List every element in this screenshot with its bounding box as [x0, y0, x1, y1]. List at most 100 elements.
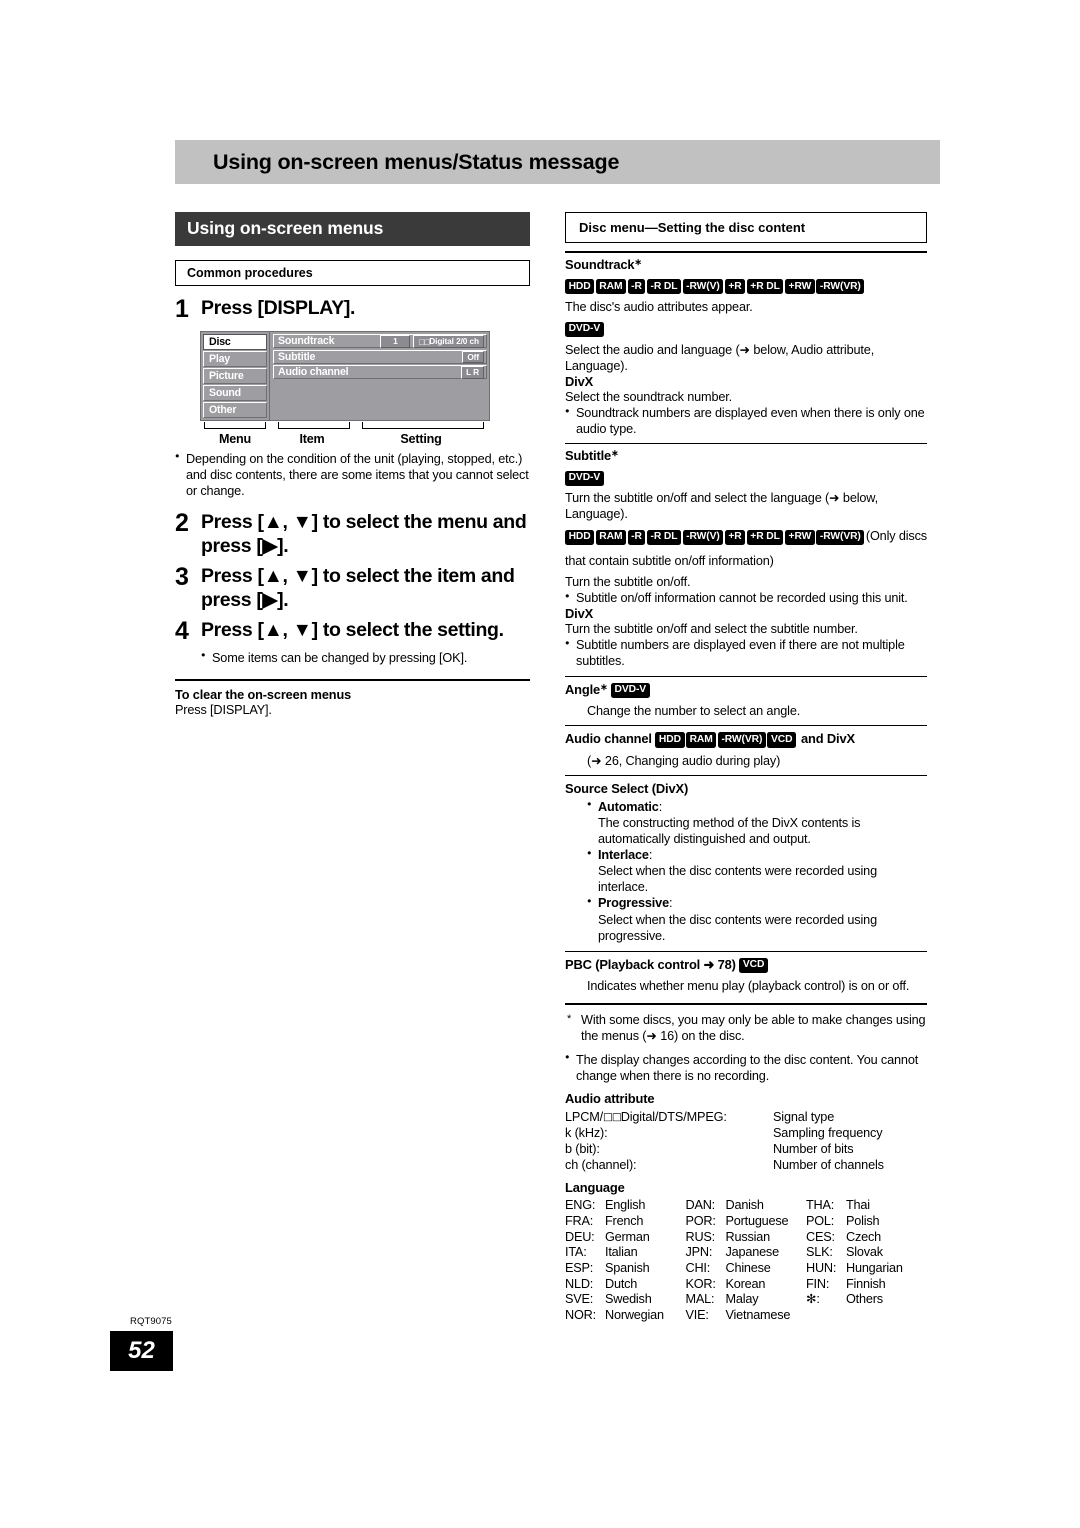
source-option-progressive: Progressive:: [587, 895, 927, 911]
badge-rw-v-subtitle: -RW(V): [682, 529, 724, 545]
audio-channel-body: (➜ 26, Changing audio during play): [587, 753, 781, 768]
audio-attribute-bit-right: Number of bits: [773, 1142, 854, 1157]
language-cell: SLK: Slovak: [806, 1245, 883, 1260]
audio-attribute-channel-right: Number of channels: [773, 1158, 884, 1173]
page-title: Using on-screen menus/Status message: [213, 149, 620, 174]
language-cell: VIE: Vietnamese: [685, 1308, 791, 1323]
language-cell: ITA: Italian: [565, 1245, 638, 1260]
audio-attribute-row: LPCM/□□Digital/DTS/MPEG: Signal type: [565, 1109, 927, 1125]
soundtrack-line2: Select the audio and language (➜ below, …: [565, 342, 875, 373]
soundtrack-divx-label: DivX: [565, 373, 594, 389]
subtitle-divx-label: DivX: [565, 606, 594, 622]
language-cell: JPN: Japanese: [685, 1245, 780, 1260]
entry-soundtrack: Soundtrack∗ HDD RAM -R -R DL -RW(V) +R +R DL +R…: [565, 257, 927, 437]
audio-attribute-table: LPCM/□□Digital/DTS/MPEG: Signal type k (…: [565, 1109, 927, 1174]
osd-caption-setting: Setting: [400, 431, 442, 446]
brace-menu: [204, 421, 266, 429]
audio-attribute-channel-left: ch (channel):: [565, 1158, 637, 1173]
language-row: ITA: Italian JPN: Japanese SLK: Slovak: [565, 1245, 927, 1261]
language-row: ENG: English DAN: Danish THA: Thai: [565, 1198, 927, 1214]
step-1: 1 Press [DISPLAY].: [175, 296, 530, 323]
source-option-interlace-desc: Select when the disc contents were recor…: [598, 864, 877, 895]
source-option-progressive-desc: Select when the disc contents were recor…: [598, 912, 877, 943]
osd-menu-column: Disc Play Picture Sound Other: [200, 331, 270, 421]
divider-footnotes: [565, 1003, 927, 1006]
osd-menu-item-disc[interactable]: Disc: [203, 334, 267, 350]
brace-item: [278, 421, 350, 429]
step-2-number: 2: [175, 508, 189, 537]
page-number: 52: [110, 1331, 173, 1371]
osd-row-soundtrack[interactable]: Soundtrack 1 □□Digital 2/0 ch: [273, 334, 487, 349]
step-1-text: Press [DISPLAY].: [201, 297, 356, 319]
language-cell: NOR: Norwegian: [565, 1308, 664, 1323]
document-code: RQT9075: [130, 1316, 172, 1327]
osd-empty-area: [273, 381, 487, 399]
osd-menu-item-other[interactable]: Other: [203, 402, 267, 418]
entry-source-select: Source Select (DivX) Automatic: The cons…: [565, 781, 927, 944]
language-cell: SVE: Swedish: [565, 1292, 652, 1307]
osd-row-audio-channel[interactable]: Audio channel L R: [273, 365, 487, 380]
osd-row-soundtrack-attribute[interactable]: □□Digital 2/0 ch: [413, 335, 484, 348]
step-2-text: Press [▲, ▼] to select the menu and pres…: [201, 510, 527, 557]
entry-audio-channel: Audio channel HDD RAM -RW(VR) VCD and DivX …: [565, 731, 927, 769]
badge-ram-audio: RAM: [686, 732, 717, 748]
source-select-title: Source Select (DivX): [565, 780, 689, 796]
subtitle-bullet-2: Subtitle numbers are displayed even if t…: [565, 637, 927, 669]
badge-plus-rw: +RW: [784, 279, 815, 295]
audio-attribute-bit-left: b (bit):: [565, 1142, 600, 1157]
language-cell: POL: Polish: [806, 1213, 880, 1228]
divider-soundtrack: [565, 251, 927, 253]
chapter-header-bar: Using on-screen menus/Status message: [175, 140, 940, 184]
clear-menus-title: To clear the on-screen menus: [175, 687, 352, 702]
language-table: ENG: English DAN: Danish THA: Thai FRA: Fren…: [565, 1198, 927, 1324]
subtitle-line2: Turn the subtitle on/off.: [565, 574, 691, 589]
subtitle-dvdv-badge-row: DVD-V: [565, 465, 927, 490]
step-3: 3 Press [▲, ▼] to select the item and pr…: [175, 562, 530, 613]
dolby-digital-icon: □□: [418, 337, 430, 346]
subtitle-asterisk: ∗: [611, 448, 619, 459]
badge-hdd: HDD: [565, 279, 595, 295]
source-option-automatic: Automatic:: [587, 799, 927, 815]
angle-title: Angle∗ DVD-V: [565, 682, 927, 698]
soundtrack-line1: The disc's audio attributes appear.: [565, 299, 753, 314]
osd-menu-item-play[interactable]: Play: [203, 351, 267, 367]
language-cell: [806, 1308, 927, 1324]
divider-subtitle: [565, 443, 927, 445]
source-option-interlace: Interlace:: [587, 847, 927, 863]
audio-channel-title-tail: and DivX: [800, 731, 855, 747]
osd-brace-row: [200, 421, 490, 431]
osd-row-subtitle[interactable]: Subtitle Off: [273, 349, 487, 364]
osd-row-soundtrack-number[interactable]: 1: [380, 335, 411, 348]
audio-channel-title: Audio channel HDD RAM -RW(VR) VCD and DivX: [565, 731, 855, 748]
badge-hdd-audio: HDD: [655, 732, 685, 748]
source-option-automatic-desc: The constructing method of the DivX cont…: [598, 815, 861, 846]
language-cell: FRA: French: [565, 1213, 644, 1228]
badge-r-dl: -R DL: [646, 279, 682, 295]
note-ok-button: Some items can be changed by pressing [O…: [201, 650, 530, 666]
badge-plus-rw-subtitle: +RW: [784, 529, 815, 545]
badge-r-subtitle: -R: [627, 529, 646, 545]
osd-row-audio-channel-value[interactable]: L R: [461, 366, 484, 379]
language-row: NLD: Dutch KOR: Korean FIN: Finnish: [565, 1277, 927, 1293]
pbc-title: PBC (Playback control ➜ 78) VCD: [565, 957, 927, 974]
badge-ram: RAM: [595, 279, 627, 295]
subtitle-badges: HDD RAM -R -R DL -RW(V) +R +R DL +RW -RW(VR) (Onl…: [565, 524, 927, 574]
step-3-number: 3: [175, 562, 189, 591]
badge-hdd-subtitle: HDD: [565, 529, 595, 545]
osd-caption-item: Item: [299, 431, 325, 446]
subsection-common-procedures: Common procedures: [175, 260, 530, 286]
osd-row-soundtrack-label: Soundtrack: [278, 335, 335, 348]
entry-subtitle: Subtitle∗ DVD-V Turn the subtitle on/off…: [565, 448, 927, 669]
osd-row-subtitle-value[interactable]: Off: [462, 350, 484, 363]
osd-row-audio-channel-label: Audio channel: [278, 366, 349, 379]
language-cell: CES: Czech: [806, 1229, 881, 1244]
osd-menu-item-sound[interactable]: Sound: [203, 385, 267, 401]
note-conditions: Depending on the condition of the unit (…: [175, 451, 530, 499]
badge-plus-r: +R: [724, 279, 746, 295]
badge-rw-vr-subtitle: -RW(VR): [816, 529, 865, 545]
language-cell: ENG: English: [565, 1198, 646, 1213]
badge-r-dl-subtitle: -R DL: [646, 529, 682, 545]
audio-attribute-title: Audio attribute: [565, 1090, 655, 1106]
osd-menu-item-picture[interactable]: Picture: [203, 368, 267, 384]
language-cell: FIN: Finnish: [806, 1276, 886, 1291]
